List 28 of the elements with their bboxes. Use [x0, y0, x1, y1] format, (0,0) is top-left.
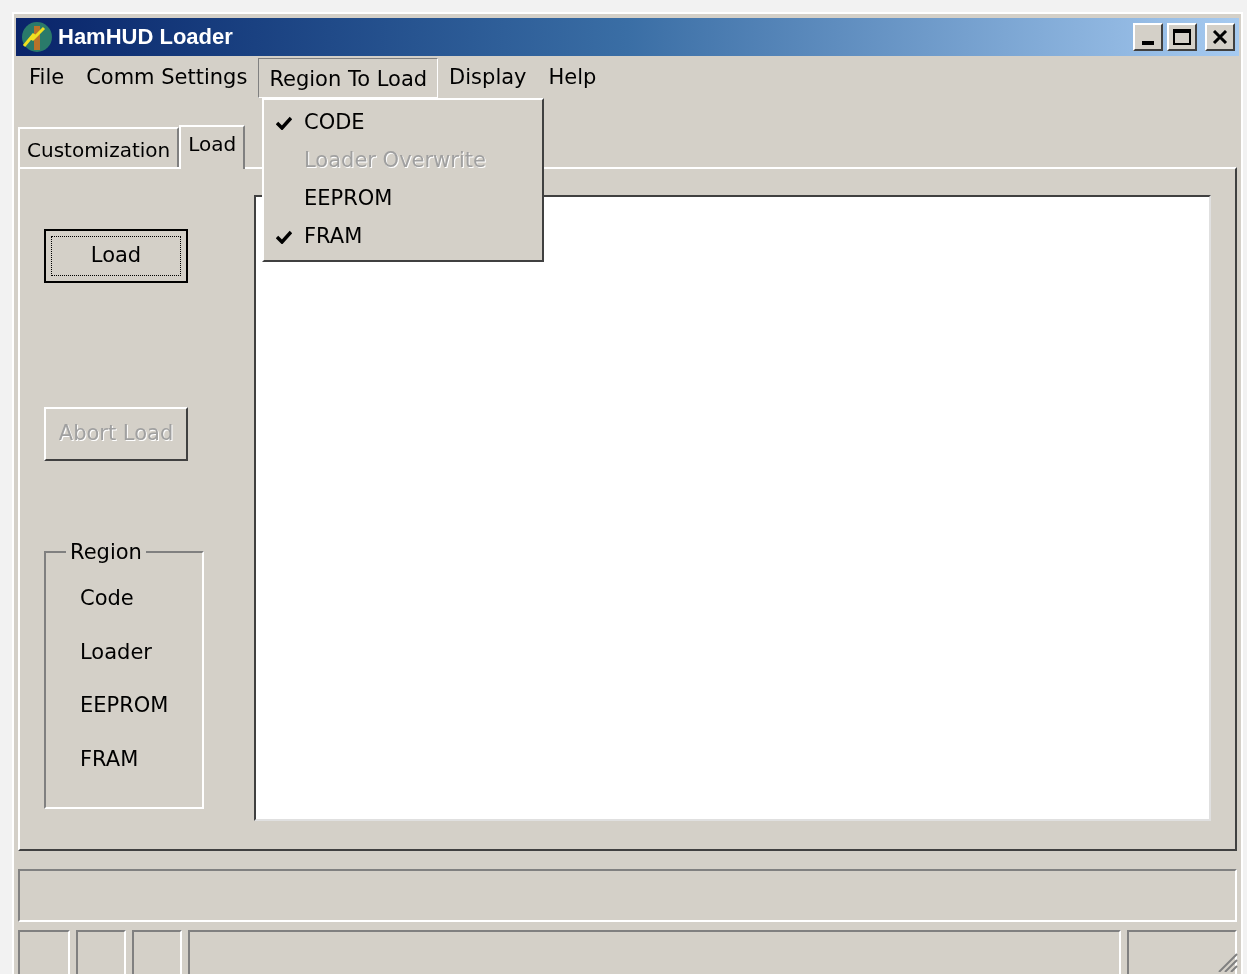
- dropdown-item[interactable]: FRAM: [264, 218, 542, 256]
- check-icon: [276, 230, 292, 244]
- dropdown-item[interactable]: CODE: [264, 104, 542, 142]
- tab[interactable]: Customization: [18, 127, 180, 168]
- region-label: FRAM: [80, 745, 140, 773]
- region-label: Loader: [80, 638, 153, 666]
- minimize-button[interactable]: [1133, 22, 1163, 51]
- window-title: HamHUD Loader: [58, 23, 233, 52]
- close-icon: [1212, 29, 1228, 44]
- dropdown-item[interactable]: EEPROM: [264, 180, 542, 218]
- maximize-button[interactable]: [1167, 22, 1197, 51]
- menu-item[interactable]: Display: [438, 57, 538, 98]
- check-icon: [276, 116, 292, 130]
- region-label: Code: [80, 585, 135, 613]
- menu-item[interactable]: File: [18, 57, 76, 98]
- status-bar-cell: [131, 930, 182, 974]
- status-bar-cell: [18, 930, 70, 974]
- status-bar-cell: [75, 930, 126, 974]
- load-button[interactable]: Load: [44, 229, 188, 284]
- menu-item[interactable]: Region To Load: [258, 57, 439, 98]
- menu-item[interactable]: Help: [537, 57, 608, 98]
- minimize-icon: [1142, 40, 1154, 45]
- maximize-icon: [1173, 28, 1191, 45]
- region-label: EEPROM: [80, 692, 170, 720]
- close-button[interactable]: [1205, 22, 1235, 51]
- tab[interactable]: Load: [179, 125, 246, 170]
- menu-item[interactable]: Comm Settings: [75, 57, 259, 98]
- app-logo-icon: [20, 19, 54, 54]
